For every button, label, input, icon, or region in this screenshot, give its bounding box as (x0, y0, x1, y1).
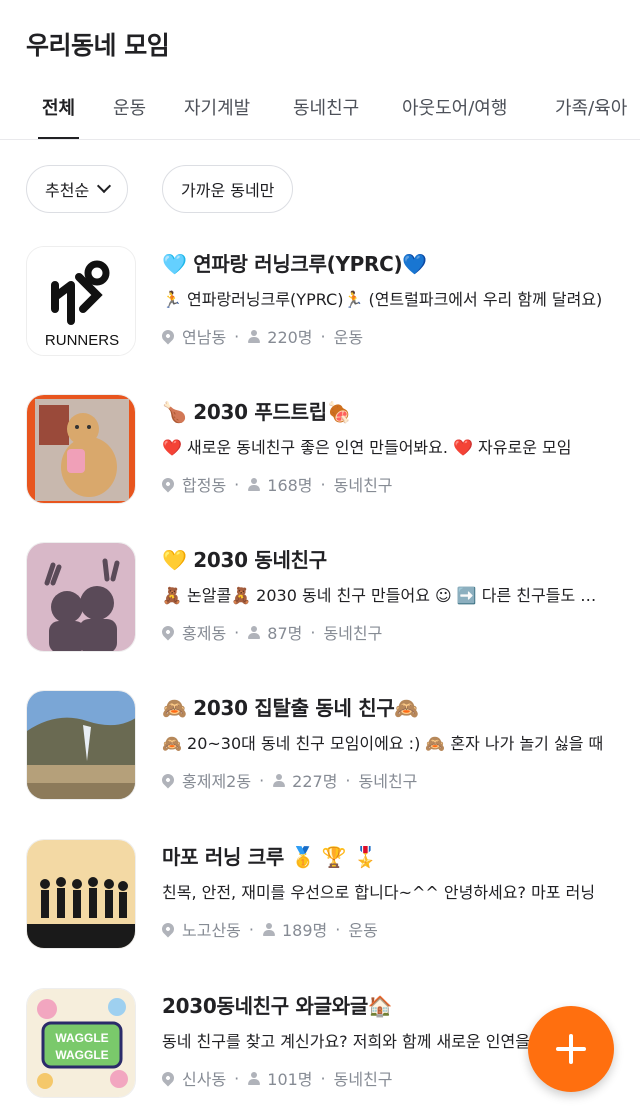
group-description: ❤️ 새로운 동네친구 좋은 인연 만들어봐요. ❤️ 자유로운 모임 (162, 438, 572, 457)
group-location: 합정동 (182, 476, 227, 495)
separator: · (320, 1068, 326, 1088)
separator: · (335, 919, 341, 939)
group-location: 홍제제2동 (182, 772, 252, 791)
group-description: 🙈 20~30대 동네 친구 모임이에요 :) 🙈 혼자 나가 놀기 싫을 때 (162, 734, 604, 753)
group-category: 운동 (333, 328, 364, 347)
location-pin-icon (159, 771, 177, 789)
group-meta: 신사동 · 101명 · 동네친구 (159, 1066, 393, 1090)
group-thumbnail (26, 542, 136, 652)
separator: · (234, 1068, 240, 1088)
group-title: 2030동네친구 와글와글🏠 (162, 994, 393, 1018)
group-meta: 노고산동 · 189명 · 운동 (159, 917, 378, 941)
location-pin-icon (159, 1069, 177, 1087)
group-category: 운동 (348, 921, 378, 940)
group-location: 연남동 (182, 328, 227, 347)
group-title: 🩵 연파랑 러닝크루(YPRC)💙 (162, 252, 427, 276)
chevron-down-icon (97, 178, 112, 194)
group-thumbnail: RUNNERS (26, 246, 136, 356)
member-count: 101명 (267, 1070, 313, 1089)
list-item[interactable]: 🙈 2030 집탈출 동네 친구🙈 🙈 20~30대 동네 친구 모임이에요 :… (0, 690, 640, 820)
group-title: 마포 러닝 크루 🥇 🏆 🎖️ (162, 845, 378, 869)
location-pin-icon (159, 475, 177, 493)
category-tabs: 전체 운동 자기계발 동네친구 아웃도어/여행 가족/육아 (0, 86, 640, 140)
person-icon (272, 773, 286, 787)
tab-neighborhood-friends[interactable]: 동네친구 (293, 94, 359, 139)
group-thumbnail (26, 690, 136, 800)
list-item[interactable]: 🍗 2030 푸드트립🍖 ❤️ 새로운 동네친구 좋은 인연 만들어봐요. ❤️… (0, 394, 640, 524)
group-location: 신사동 (182, 1070, 227, 1089)
group-thumbnail (26, 394, 136, 504)
list-item[interactable]: RUNNERS 🩵 연파랑 러닝크루(YPRC)💙 🏃 연파랑러닝크루(YPRC… (0, 246, 640, 376)
separator: · (320, 326, 326, 346)
tab-exercise[interactable]: 운동 (113, 94, 146, 139)
svg-text:WAGGLE: WAGGLE (55, 1031, 108, 1045)
separator: · (259, 770, 265, 790)
svg-text:WAGGLE: WAGGLE (55, 1048, 108, 1062)
group-location: 노고산동 (182, 921, 241, 940)
sort-label: 추천순 (45, 181, 90, 200)
page-title: 우리동네 모임 (26, 31, 170, 60)
person-icon (247, 1071, 261, 1085)
separator: · (248, 919, 254, 939)
group-meta: 연남동 · 220명 · 운동 (159, 324, 364, 348)
nearby-filter-label: 가까운 동네만 (181, 181, 275, 200)
tab-outdoor-travel[interactable]: 아웃도어/여행 (402, 94, 507, 139)
member-count: 227명 (292, 772, 338, 791)
member-count: 189명 (281, 921, 328, 940)
thumbnail-logo-text: RUNNERS (45, 332, 119, 349)
group-category: 동네친구 (333, 476, 393, 495)
group-category: 동네친구 (333, 1070, 393, 1089)
separator: · (234, 474, 240, 494)
list-item[interactable]: 💛 2030 동네친구 🧸 논알콜🧸 2030 동네 친구 만들어요 ☺ ➡️ … (0, 542, 640, 672)
location-pin-icon (159, 327, 177, 345)
member-count: 87명 (267, 624, 303, 643)
tab-all[interactable]: 전체 (37, 94, 80, 139)
group-description: 친목, 안전, 재미를 우선으로 합니다~^^ 안녕하세요? 마포 러닝 (162, 883, 596, 902)
person-icon (247, 329, 261, 343)
group-description: 🏃 연파랑러닝크루(YPRC)🏃 (연트럴파크에서 우리 함께 달려요) (162, 290, 603, 309)
separator: · (234, 622, 240, 642)
group-thumbnail (26, 839, 136, 949)
tab-family-parenting[interactable]: 가족/육아 (555, 94, 627, 139)
tab-self-development[interactable]: 자기계발 (184, 94, 250, 139)
person-icon (247, 477, 261, 491)
create-group-button[interactable] (528, 1006, 614, 1092)
location-pin-icon (159, 623, 177, 641)
group-meta: 홍제동 · 87명 · 동네친구 (159, 620, 383, 644)
list-item[interactable]: 마포 러닝 크루 🥇 🏆 🎖️ 친목, 안전, 재미를 우선으로 합니다~^^ … (0, 839, 640, 969)
separator: · (310, 622, 316, 642)
group-title: 🙈 2030 집탈출 동네 친구🙈 (162, 696, 420, 720)
person-icon (262, 922, 276, 936)
nearby-filter-button[interactable]: 가까운 동네만 (162, 165, 294, 213)
location-pin-icon (159, 920, 177, 938)
group-description: 🧸 논알콜🧸 2030 동네 친구 만들어요 ☺ ➡️ 다른 친구들도 환영 (162, 586, 608, 605)
group-thumbnail: WAGGLE WAGGLE (26, 988, 136, 1098)
separator: · (345, 770, 351, 790)
member-count: 220명 (267, 328, 313, 347)
group-location: 홍제동 (182, 624, 227, 643)
separator: · (234, 326, 240, 346)
group-meta: 홍제제2동 · 227명 · 동네친구 (159, 768, 418, 792)
group-category: 동네친구 (323, 624, 383, 643)
sort-dropdown[interactable]: 추천순 (26, 165, 129, 213)
person-icon (247, 625, 261, 639)
group-meta: 합정동 · 168명 · 동네친구 (159, 472, 393, 496)
group-title: 🍗 2030 푸드트립🍖 (162, 400, 352, 424)
separator: · (320, 474, 326, 494)
member-count: 168명 (267, 476, 313, 495)
group-title: 💛 2030 동네친구 (162, 548, 327, 572)
group-category: 동네친구 (358, 772, 418, 791)
